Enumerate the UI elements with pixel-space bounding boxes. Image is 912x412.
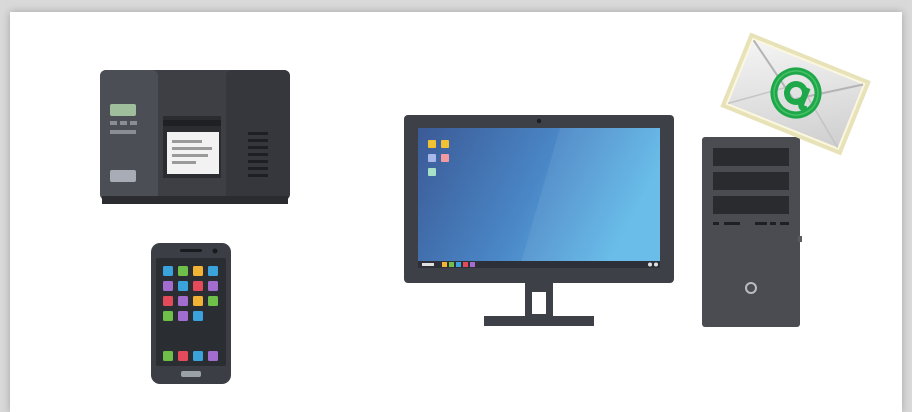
thermal-label-printer-icon — [100, 70, 290, 204]
email-at-envelope-icon — [720, 32, 871, 156]
smartphone-icon — [151, 243, 231, 384]
desktop-monitor-icon — [404, 115, 674, 326]
pc-tower-icon — [702, 137, 802, 327]
illustration-stage — [0, 0, 912, 412]
devices-illustration — [100, 32, 871, 384]
